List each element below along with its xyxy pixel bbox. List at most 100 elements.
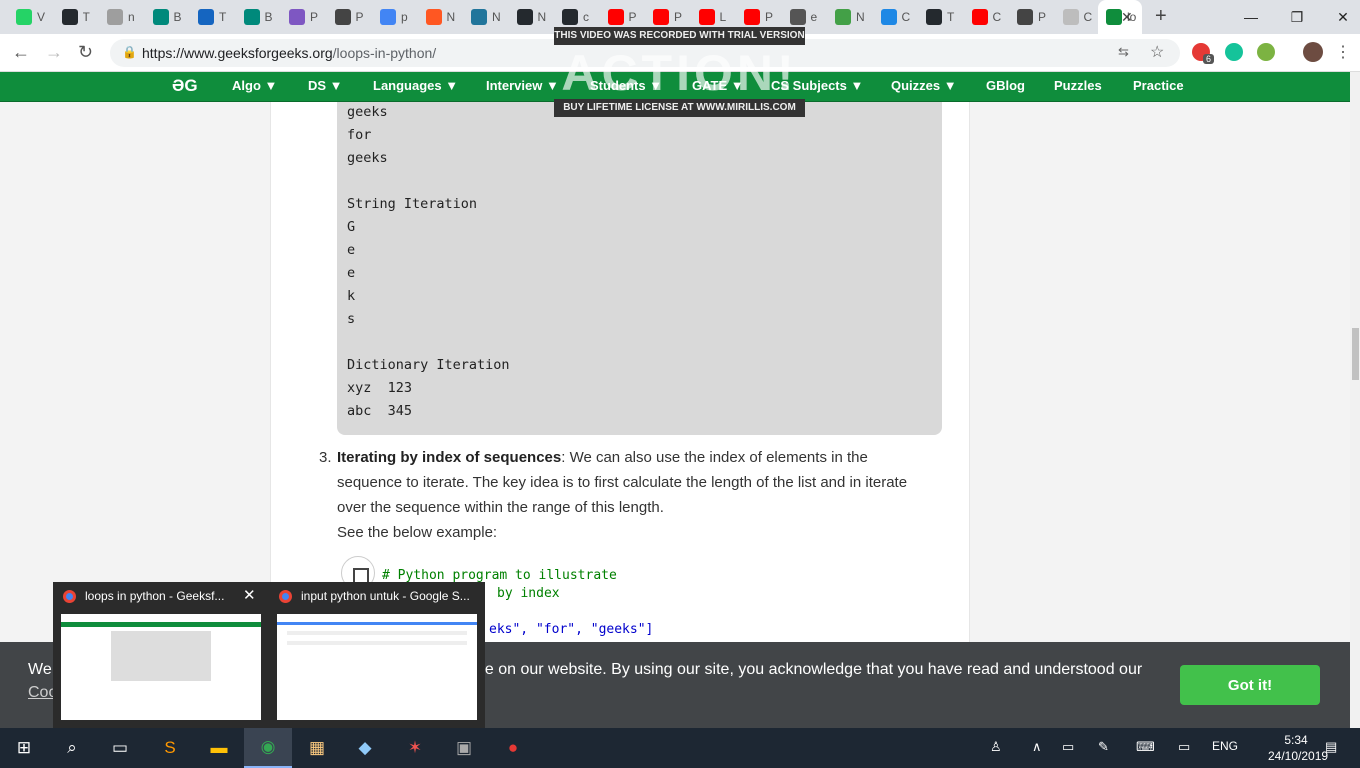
window-close-button[interactable]: ✕ — [1320, 0, 1360, 34]
watermark-top: THIS VIDEO WAS RECORDED WITH TRIAL VERSI… — [554, 27, 805, 45]
output-line: k — [347, 288, 356, 304]
tab-favicon-icon — [16, 9, 32, 25]
chrome-taskbar-icon[interactable]: ◉ — [244, 728, 292, 768]
browser-tab[interactable]: T — [190, 0, 237, 34]
windows-start-icon[interactable]: ⊞ — [0, 728, 48, 768]
search-icon[interactable]: ⌕ — [48, 728, 96, 768]
app-icon[interactable]: ◆ — [341, 728, 389, 768]
browser-tab[interactable]: N — [463, 0, 510, 34]
tab-label: C — [901, 10, 911, 24]
tab-favicon-icon — [334, 9, 351, 25]
url-text: https://www.geeksforgeeks.org/loops-in-p… — [142, 45, 436, 61]
gfg-logo[interactable]: ƏG — [172, 76, 198, 96]
menu-icon[interactable]: ⋮ — [1335, 42, 1351, 62]
tab-favicon-icon — [516, 9, 533, 25]
tex-app-icon[interactable]: ▣ — [440, 728, 488, 768]
app-icon-star[interactable]: ✶ — [391, 728, 439, 768]
scrollbar-thumb[interactable] — [1352, 328, 1359, 380]
bookmark-star-icon[interactable]: ☆ — [1150, 42, 1164, 62]
tab-label: N — [492, 10, 501, 24]
got-it-button[interactable]: Got it! — [1180, 665, 1320, 705]
browser-tab[interactable]: B — [145, 0, 192, 34]
keyboard-icon[interactable]: ⌨ — [1136, 739, 1155, 755]
extension-badge: 6 — [1203, 54, 1215, 64]
notification-icon[interactable]: ▤ — [1325, 739, 1337, 755]
tab-favicon-icon — [880, 9, 897, 25]
tab-favicon-icon — [152, 9, 169, 25]
browser-tab[interactable]: N — [509, 0, 556, 34]
tab-label: C — [1083, 10, 1093, 24]
action-recorder-icon[interactable]: ● — [489, 728, 537, 768]
output-line: geeks — [347, 150, 388, 166]
translate-icon[interactable]: ⇆ — [1118, 44, 1129, 60]
tray-chevron-icon[interactable]: ∧ — [1032, 739, 1042, 755]
preview-window-2[interactable]: input python untuk - Google S... — [269, 582, 485, 728]
tab-favicon-icon — [425, 9, 442, 25]
browser-tab[interactable]: T — [918, 0, 965, 34]
output-line: String Iteration — [347, 196, 478, 212]
tab-label: p — [401, 10, 408, 24]
nav-quizzes[interactable]: Quizzes ▼ — [891, 78, 957, 93]
tab-label: P — [628, 10, 637, 24]
browser-tab[interactable]: P — [327, 0, 374, 34]
reload-button[interactable]: ↻ — [78, 42, 93, 63]
browser-tab[interactable]: C — [1055, 0, 1102, 34]
tab-active[interactable]: lo — [1098, 0, 1142, 34]
clock[interactable]: 5:34 24/10/2019 — [1268, 732, 1328, 764]
clock-time: 5:34 — [1284, 733, 1308, 747]
browser-tab[interactable]: C — [964, 0, 1011, 34]
tab-label: c — [583, 10, 589, 24]
page-scrollbar[interactable] — [1350, 72, 1360, 728]
preview-window-1[interactable]: loops in python - Geeksf... ✕ — [53, 582, 269, 728]
nav-gblog[interactable]: GBlog — [986, 78, 1025, 93]
pen-icon[interactable]: ✎ — [1098, 739, 1109, 755]
nav-languages[interactable]: Languages ▼ — [373, 78, 458, 93]
clock-date: 24/10/2019 — [1268, 749, 1329, 763]
battery-icon[interactable]: ▭ — [1062, 739, 1074, 755]
profile-avatar[interactable] — [1303, 42, 1323, 62]
preview-close-icon[interactable]: ✕ — [243, 586, 256, 604]
tab-label: e — [810, 10, 818, 24]
tab-favicon-icon — [971, 9, 988, 25]
browser-tab[interactable]: P — [1009, 0, 1056, 34]
grammarly-icon[interactable] — [1225, 43, 1243, 61]
language-indicator[interactable]: ENG — [1212, 739, 1238, 753]
taskbar: ⊞ ⌕ ▭ S ▬ ◉ ▦ ◆ ✶ ▣ ● ♙ ∧ ▭ ✎ ⌨ ▭ ENG 5:… — [0, 728, 1360, 768]
browser-tab[interactable]: B — [236, 0, 283, 34]
file-explorer-icon[interactable]: ▬ — [195, 728, 243, 768]
nav-ds[interactable]: DS ▼ — [308, 78, 343, 93]
nav-interview[interactable]: Interview ▼ — [486, 78, 559, 93]
tab-favicon-icon — [835, 9, 851, 25]
new-tab-button[interactable]: + — [1155, 5, 1167, 28]
url-host: https://www.geeksforgeeks.org — [142, 45, 333, 61]
browser-tab[interactable]: P — [281, 0, 328, 34]
browser-tab[interactable]: N — [418, 0, 465, 34]
restore-button[interactable]: ❐ — [1274, 0, 1320, 34]
close-tab-icon[interactable]: ✕ — [1121, 9, 1133, 26]
browser-tab[interactable]: C — [873, 0, 920, 34]
nav-puzzles[interactable]: Puzzles — [1054, 78, 1102, 93]
browser-tab[interactable]: p — [372, 0, 419, 34]
tab-label: P — [674, 10, 683, 24]
forward-button[interactable]: → — [45, 42, 63, 63]
browser-tab[interactable]: V — [8, 0, 55, 34]
minimize-button[interactable]: — — [1228, 0, 1274, 34]
output-line: abc 345 — [347, 403, 413, 419]
calendar-app-icon[interactable]: ▦ — [293, 728, 341, 768]
extension-icon-globe[interactable] — [1257, 43, 1275, 61]
browser-tab[interactable]: N — [827, 0, 874, 34]
display-icon[interactable]: ▭ — [1178, 739, 1190, 755]
nav-practice[interactable]: Practice — [1133, 78, 1184, 93]
output-line: geeks — [347, 104, 388, 120]
task-view-icon[interactable]: ▭ — [96, 728, 144, 768]
people-icon[interactable]: ♙ — [990, 739, 1002, 755]
taskbar-previews: loops in python - Geeksf... ✕ input pyth… — [53, 582, 485, 728]
browser-tab[interactable]: n — [99, 0, 146, 34]
tab-favicon-icon — [471, 9, 487, 25]
tab-favicon-icon — [926, 9, 942, 25]
back-button[interactable]: ← — [12, 42, 30, 63]
sublime-text-icon[interactable]: S — [146, 728, 194, 768]
nav-algo[interactable]: Algo ▼ — [232, 78, 277, 93]
tab-label: C — [992, 10, 1002, 24]
browser-tab[interactable]: T — [54, 0, 101, 34]
